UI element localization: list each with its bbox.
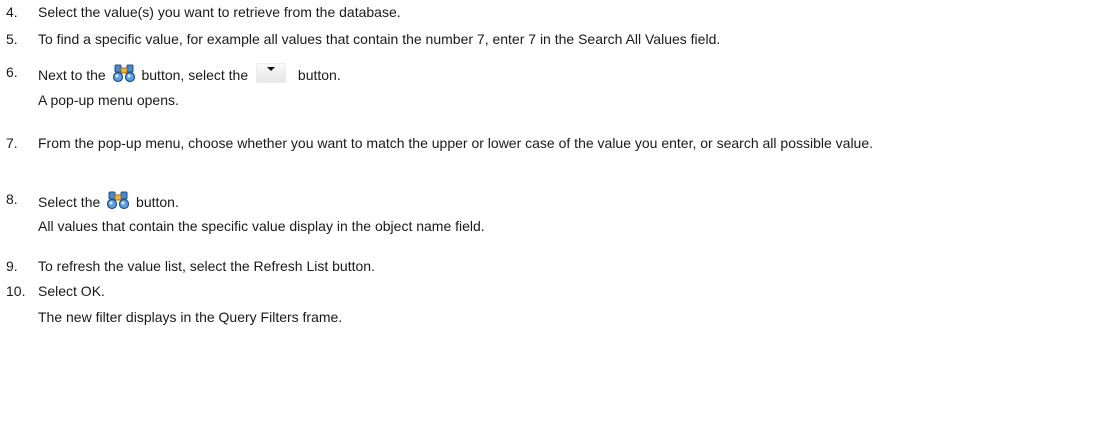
step-number: 6. [6, 64, 18, 80]
step-text: Select the button. [38, 190, 1100, 211]
step-number: 4. [6, 4, 18, 20]
step-note: The new filter displays in the Query Fil… [38, 309, 343, 325]
step-text-part: button. [136, 194, 179, 210]
step-number: 8. [6, 191, 18, 207]
step-number: 10. [6, 283, 26, 299]
step-number: 7. [6, 135, 18, 151]
step-text: Next to the button, select the button. [38, 63, 1100, 84]
step-text-part: button. [297, 67, 341, 83]
step-number: 9. [6, 258, 18, 274]
step-note: All values that contain the specific val… [38, 218, 485, 234]
binoculars-icon [112, 63, 135, 83]
dropdown-arrow-icon [256, 63, 287, 83]
step-text: To refresh the value list, select the Re… [38, 258, 375, 274]
step-text-part: Next to the [38, 67, 106, 83]
step-text-part: Select the [38, 194, 101, 210]
step-text-part: button, select the [141, 67, 249, 83]
step-text: To find a specific value, for example al… [38, 31, 721, 47]
step-text: Select OK. [38, 283, 105, 299]
step-note: A pop-up menu opens. [38, 92, 179, 108]
step-number: 5. [6, 31, 18, 47]
binoculars-icon [107, 190, 130, 210]
step-text: Select the value(s) you want to retrieve… [38, 4, 401, 20]
step-text: From the pop-up menu, choose whether you… [38, 135, 874, 151]
